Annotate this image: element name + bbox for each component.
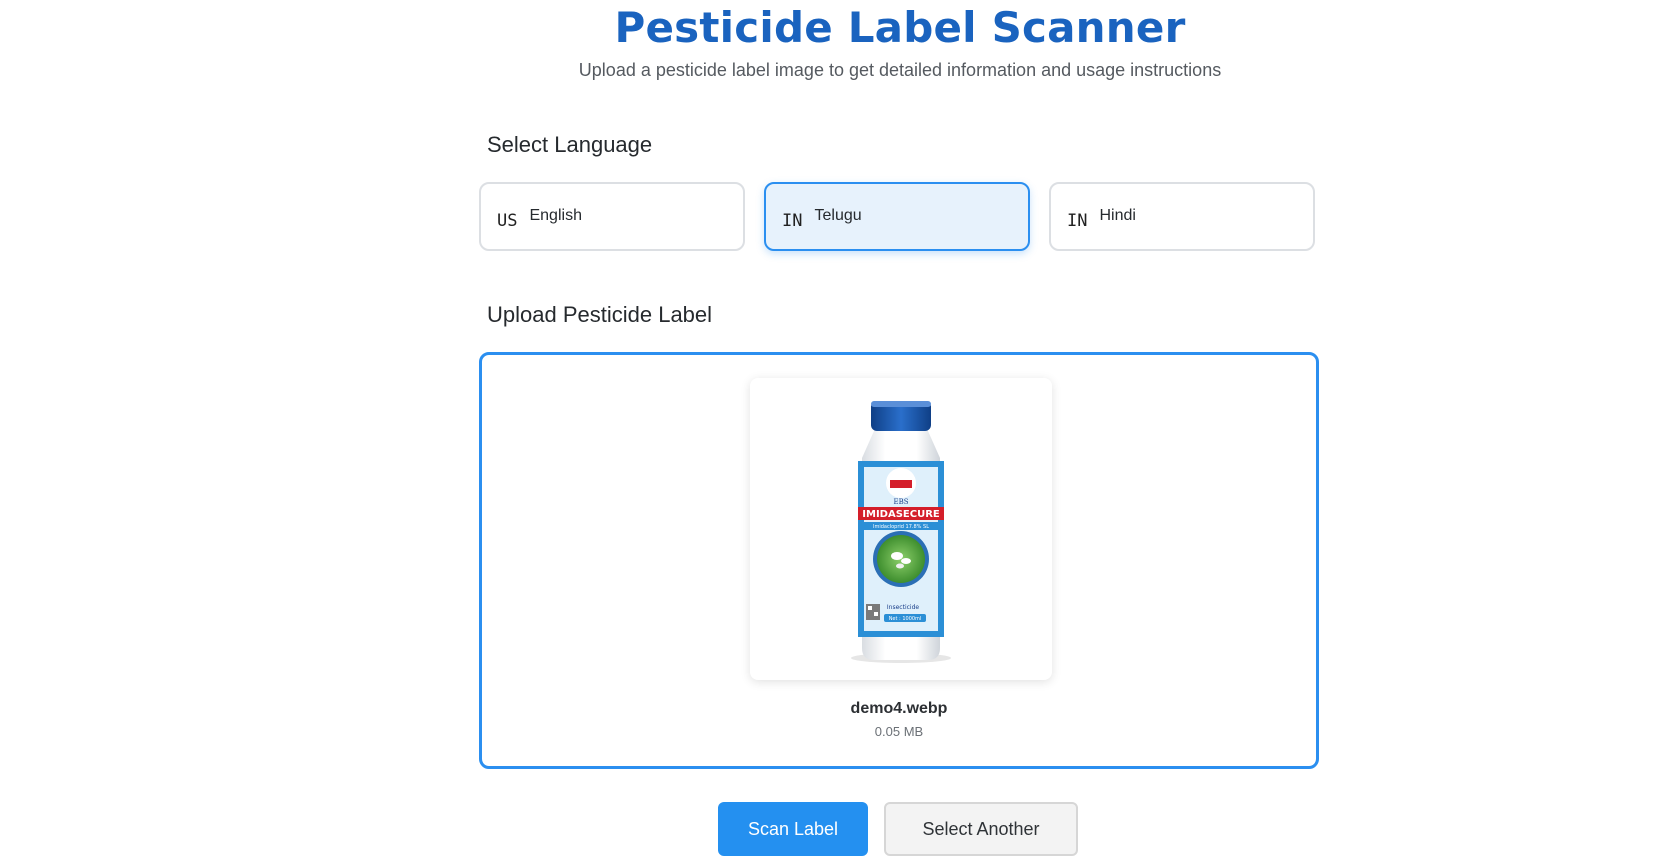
language-section-heading: Select Language	[487, 132, 653, 157]
language-option-label: Hindi	[1099, 206, 1136, 224]
page-subtitle: Upload a pesticide label image to get de…	[578, 60, 1222, 80]
image-preview: EBS IMIDASECURE Imidacloprid 17.8% SL In…	[750, 378, 1052, 680]
file-name: demo4.webp	[850, 700, 948, 717]
pesticide-bottle-image: EBS IMIDASECURE Imidacloprid 17.8% SL In…	[851, 401, 951, 663]
file-size: 0.05 MB	[874, 724, 924, 739]
scan-label-button[interactable]: Scan Label	[718, 802, 868, 856]
page-title: Pesticide Label Scanner	[614, 3, 1186, 52]
language-option-english[interactable]: US English	[479, 182, 745, 251]
svg-text:Net : 1000ml: Net : 1000ml	[889, 616, 922, 622]
language-option-label: English	[529, 206, 582, 224]
page: Pesticide Label Scanner Upload a pestici…	[0, 0, 1661, 861]
flag-in-icon: IN	[1067, 210, 1088, 231]
flag-us-icon: US	[497, 210, 518, 231]
upload-section-heading: Upload Pesticide Label	[487, 302, 713, 327]
svg-text:IMIDASECURE: IMIDASECURE	[862, 509, 940, 520]
language-option-telugu[interactable]: IN Telugu	[764, 182, 1030, 251]
language-option-hindi[interactable]: IN Hindi	[1049, 182, 1315, 251]
svg-text:Imidacloprid 17.8% SL: Imidacloprid 17.8% SL	[873, 524, 929, 530]
flag-in-icon: IN	[782, 210, 803, 231]
upload-dropzone[interactable]: EBS IMIDASECURE Imidacloprid 17.8% SL In…	[479, 352, 1319, 769]
svg-text:Insecticide: Insecticide	[887, 604, 919, 611]
language-option-label: Telugu	[814, 206, 862, 224]
svg-text:EBS: EBS	[893, 498, 908, 506]
select-another-button[interactable]: Select Another	[884, 802, 1078, 856]
